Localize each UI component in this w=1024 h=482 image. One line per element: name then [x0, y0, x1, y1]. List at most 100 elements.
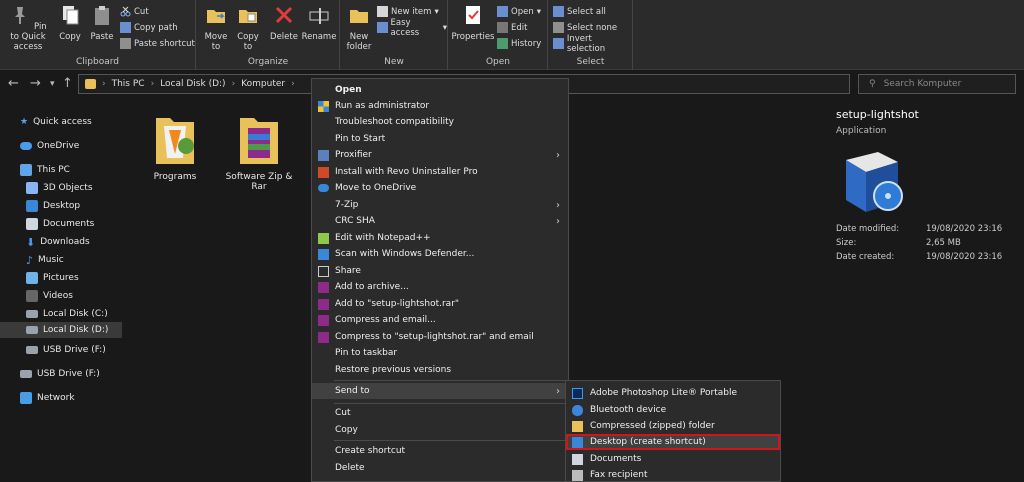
sendto-desktop-shortcut[interactable]: Desktop (create shortcut) — [566, 434, 780, 450]
sendto-documents[interactable]: Documents — [566, 451, 780, 467]
back-arrow-icon[interactable]: ← — [8, 76, 19, 91]
application-icon — [846, 152, 903, 212]
winrar-icon — [318, 314, 329, 326]
menu-label: Move to OneDrive — [335, 183, 417, 193]
menu-item-send-to[interactable]: Send to › — [312, 383, 568, 399]
edit-button[interactable]: Edit — [497, 20, 527, 35]
menu-item-crc-sha[interactable]: CRC SHA › — [312, 213, 568, 229]
select-all-icon — [553, 6, 564, 17]
breadcrumb-this-pc[interactable]: This PC — [112, 79, 145, 89]
menu-label: Scan with Windows Defender... — [335, 249, 475, 259]
select-all-button[interactable]: Select all — [553, 4, 606, 19]
nav-music[interactable]: ♪ Music — [26, 252, 64, 268]
menu-item-revo-uninstaller[interactable]: Install with Revo Uninstaller Pro — [312, 164, 568, 180]
history-label: History — [511, 38, 542, 49]
menu-item-run-as-admin[interactable]: Run as administrator — [312, 98, 568, 114]
easy-access-label: Easy access — [390, 17, 420, 38]
copy-label: Copy — [59, 32, 81, 42]
folder-item[interactable]: Software Zip & Rar — [224, 112, 294, 192]
copy-button[interactable]: Copy — [56, 4, 84, 42]
menu-item-create-shortcut[interactable]: Create shortcut — [312, 443, 568, 459]
forward-arrow-icon[interactable]: → — [30, 76, 41, 91]
menu-item-add-to-archive[interactable]: Add to archive... — [312, 279, 568, 295]
details-value: 19/08/2020 23:16 — [926, 224, 1003, 234]
invert-selection-icon — [553, 38, 564, 49]
nav-usb-drive-f-root[interactable]: USB Drive (F:) — [20, 366, 100, 382]
select-group-label: Select — [576, 57, 605, 67]
paste-button[interactable]: Paste — [88, 4, 116, 42]
network-icon — [20, 392, 32, 404]
photoshop-icon — [572, 387, 583, 399]
nav-downloads[interactable]: ⬇ Downloads — [26, 234, 90, 250]
recent-chevron-icon[interactable]: ▾ — [50, 79, 55, 89]
menu-item-pin-to-start[interactable]: Pin to Start — [312, 131, 568, 147]
nav-network[interactable]: Network — [20, 390, 75, 406]
menu-item-notepadpp[interactable]: Edit with Notepad++ — [312, 230, 568, 246]
nav-documents[interactable]: Documents — [26, 216, 94, 232]
rename-button[interactable]: Rename — [301, 4, 337, 42]
nav-local-disk-c[interactable]: Local Disk (C:) — [26, 306, 108, 322]
menu-item-cut[interactable]: Cut — [312, 405, 568, 421]
up-arrow-icon[interactable]: ↑ — [62, 76, 73, 91]
menu-item-compress-email[interactable]: Compress and email... — [312, 312, 568, 328]
winrar-icon — [318, 298, 329, 310]
menu-item-add-to-rar[interactable]: Add to "setup-lightshot.rar" — [312, 296, 568, 312]
nav-label: Pictures — [43, 273, 79, 283]
nav-label: USB Drive (F:) — [43, 345, 106, 355]
history-button[interactable]: History — [497, 36, 541, 51]
paste-icon — [95, 6, 109, 25]
search-icon: ⚲ — [869, 79, 876, 89]
menu-item-restore-previous[interactable]: Restore previous versions — [312, 362, 568, 378]
nav-pictures[interactable]: Pictures — [26, 270, 79, 286]
nav-3d-objects[interactable]: 3D Objects — [26, 180, 93, 196]
invert-selection-label: Invert selection — [566, 33, 606, 54]
paste-shortcut-button[interactable]: Paste shortcut — [120, 36, 195, 51]
nav-this-pc[interactable]: This PC — [20, 162, 70, 178]
submenu-label: Fax recipient — [590, 470, 648, 480]
defender-shield-icon — [318, 248, 329, 260]
sendto-compressed-folder[interactable]: Compressed (zipped) folder — [566, 418, 780, 434]
cut-button[interactable]: Cut — [120, 4, 149, 19]
nav-videos[interactable]: Videos — [26, 288, 73, 304]
menu-item-delete[interactable]: Delete — [312, 460, 568, 476]
delete-button[interactable]: Delete — [269, 4, 299, 42]
folder-item[interactable]: Programs — [140, 112, 210, 182]
menu-item-compress-rar-email[interactable]: Compress to "setup-lightshot.rar" and em… — [312, 329, 568, 345]
menu-item-proxifier[interactable]: Proxifier › — [312, 147, 568, 163]
sendto-photoshop[interactable]: Adobe Photoshop Lite® Portable — [566, 385, 780, 401]
search-input[interactable]: ⚲ Search Komputer — [858, 74, 1016, 94]
nav-usb-drive-f[interactable]: USB Drive (F:) — [26, 342, 106, 358]
menu-item-windows-defender[interactable]: Scan with Windows Defender... — [312, 246, 568, 262]
menu-item-copy[interactable]: Copy — [312, 422, 568, 438]
invert-selection-button[interactable]: Invert selection — [553, 33, 632, 54]
menu-item-troubleshoot[interactable]: Troubleshoot compatibility — [312, 114, 568, 130]
nav-local-disk-d[interactable]: Local Disk (D:) — [0, 322, 122, 338]
properties-button[interactable]: Properties — [451, 4, 495, 42]
menu-item-move-to-onedrive[interactable]: Move to OneDrive — [312, 180, 568, 196]
breadcrumb-komputer[interactable]: Komputer — [241, 79, 285, 89]
menu-item-7zip[interactable]: 7-Zip › — [312, 197, 568, 213]
sendto-fax-recipient[interactable]: Fax recipient — [566, 467, 780, 482]
menu-item-share[interactable]: Share — [312, 263, 568, 279]
pin-quick-access-button[interactable]: Pin to Quick access — [4, 4, 52, 52]
new-group: New folder New item ▾ Easy access ▾ New — [341, 0, 448, 70]
easy-access-button[interactable]: Easy access ▾ — [377, 17, 447, 38]
menu-item-open[interactable]: Open — [312, 82, 568, 98]
open-button[interactable]: Open ▾ — [497, 4, 541, 19]
nav-desktop[interactable]: Desktop — [26, 198, 80, 214]
copy-to-button[interactable]: Copy to — [233, 4, 263, 52]
menu-label: Send to — [335, 386, 370, 396]
nav-label: Local Disk (D:) — [43, 325, 109, 335]
sendto-bluetooth[interactable]: Bluetooth device — [566, 402, 780, 418]
menu-item-pin-to-taskbar[interactable]: Pin to taskbar — [312, 345, 568, 361]
nav-quick-access[interactable]: ★ Quick access — [20, 114, 92, 130]
move-to-button[interactable]: Move to — [201, 4, 231, 52]
breadcrumb-separator-icon: › — [102, 79, 106, 89]
breadcrumb-local-disk[interactable]: Local Disk (D:) — [160, 79, 225, 89]
open-label: Open — [511, 6, 534, 17]
new-folder-button[interactable]: New folder — [343, 4, 375, 52]
nav-onedrive[interactable]: OneDrive — [20, 138, 79, 154]
copy-path-button[interactable]: Copy path — [120, 20, 178, 35]
send-to-submenu: Adobe Photoshop Lite® Portable Bluetooth… — [565, 380, 781, 482]
nav-label: OneDrive — [37, 141, 80, 151]
